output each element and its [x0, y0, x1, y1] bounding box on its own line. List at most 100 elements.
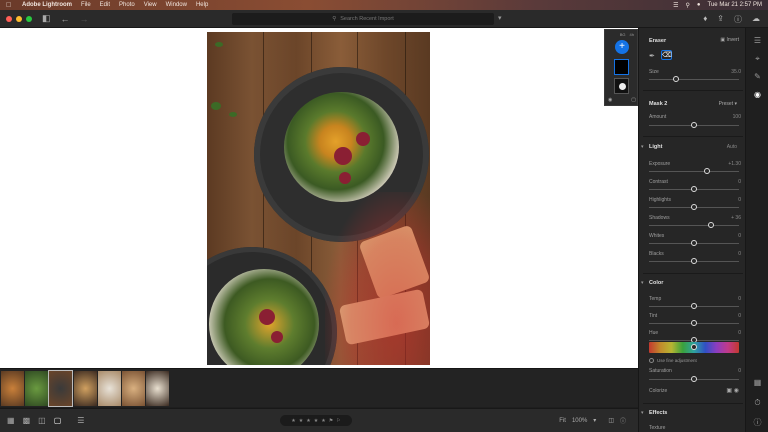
light-slider[interactable] — [649, 204, 739, 210]
crop-icon[interactable]: ⌖ — [753, 54, 762, 63]
menu-photo[interactable]: Photo — [119, 2, 135, 8]
auto-button[interactable]: Auto — [727, 144, 737, 150]
menu-file[interactable]: File — [81, 2, 91, 8]
light-slider-knob[interactable] — [704, 168, 710, 174]
minimize-window-button[interactable] — [16, 15, 22, 22]
apple-icon[interactable]:  — [6, 2, 14, 9]
forward-arrow-icon[interactable]: → — [80, 14, 89, 24]
chevron-down-icon[interactable]: ▾ — [641, 410, 644, 416]
menu-edit[interactable]: Edit — [100, 2, 110, 8]
siri-icon[interactable]: ● — [697, 2, 701, 8]
colorize-swatch-icon[interactable]: ▣ ◉ — [726, 387, 739, 394]
overlay-toggle-icon[interactable]: ◉ — [608, 97, 612, 103]
flag-icon[interactable]: ⚑ — [329, 418, 333, 424]
color-value[interactable]: 0 — [738, 296, 741, 302]
light-value[interactable]: +1.30 — [728, 161, 741, 167]
invert-toggle[interactable]: ▣ Invert — [720, 37, 739, 43]
filmstrip-thumbnail[interactable] — [122, 371, 145, 406]
eraser-icon[interactable]: ⌫ — [661, 50, 672, 60]
light-value[interactable]: 0 — [738, 251, 741, 257]
effects-section-title[interactable]: Effects — [649, 410, 667, 416]
hue-spectrum-bar[interactable] — [649, 342, 739, 353]
menu-view[interactable]: View — [144, 2, 157, 8]
light-value[interactable]: 0 — [738, 233, 741, 239]
color-value[interactable]: 0 — [738, 313, 741, 319]
chevron-down-icon[interactable]: ▾ — [641, 280, 644, 286]
mask-name[interactable]: Mask 2 — [649, 101, 667, 107]
sort-icon[interactable]: ☰ — [77, 416, 84, 425]
light-slider-knob[interactable] — [708, 222, 714, 228]
color-section-title[interactable]: Color — [649, 280, 663, 286]
size-value[interactable]: 35.0 — [731, 69, 741, 75]
filmstrip-thumbnail[interactable] — [1, 371, 24, 406]
search-input[interactable]: ⚲ Search Recent Import — [232, 13, 494, 25]
menu-help[interactable]: Help — [196, 2, 208, 8]
versions-icon[interactable]: ⏱ — [753, 398, 762, 407]
light-value[interactable]: 0 — [738, 197, 741, 203]
filmstrip-thumbnail-selected[interactable] — [48, 370, 73, 407]
healing-icon[interactable]: ✎ — [753, 72, 762, 81]
size-slider[interactable] — [649, 76, 739, 82]
filmstrip-thumbnail[interactable] — [146, 371, 169, 406]
share-icon[interactable]: ⇪ — [717, 14, 724, 25]
zoom-window-button[interactable] — [26, 15, 32, 22]
preset-dropdown[interactable]: Preset ▾ — [719, 101, 737, 107]
light-value[interactable]: 0 — [738, 179, 741, 185]
color-value[interactable]: 0 — [738, 330, 741, 336]
color-slider-knob[interactable] — [691, 320, 697, 326]
reject-flag-icon[interactable]: ⚐ — [336, 418, 340, 424]
zoom-level[interactable]: 100% — [572, 418, 587, 424]
panel-toggle-icon[interactable]: ◧ — [42, 13, 51, 24]
menu-window[interactable]: Window — [166, 2, 187, 8]
presets-icon[interactable]: ▦ — [753, 378, 762, 387]
detail-view-icon[interactable]: ▢ — [54, 416, 62, 425]
light-slider-knob[interactable] — [691, 240, 697, 246]
compare-view-icon[interactable]: ◫ — [38, 416, 46, 425]
fine-adjust-radio[interactable] — [649, 358, 654, 363]
filmstrip-thumbnail[interactable] — [74, 371, 97, 406]
saturation-value[interactable]: 0 — [738, 368, 741, 374]
amount-slider-knob[interactable] — [691, 122, 697, 128]
light-slider[interactable] — [649, 186, 739, 192]
back-arrow-icon[interactable]: ← — [61, 14, 70, 24]
search-menubar-icon[interactable]: ⚲ — [686, 2, 690, 9]
notifications-icon[interactable]: ♦ — [703, 14, 707, 25]
light-slider[interactable] — [649, 168, 739, 174]
info-icon[interactable]: ⓘ — [753, 418, 762, 427]
close-window-button[interactable] — [6, 15, 12, 22]
hue-knob[interactable] — [691, 344, 697, 350]
light-slider-knob[interactable] — [691, 186, 697, 192]
edit-sliders-icon[interactable]: ☰ — [753, 36, 762, 45]
size-slider-knob[interactable] — [673, 76, 679, 82]
photo-canvas[interactable] — [0, 28, 638, 368]
amount-value[interactable]: 100 — [733, 114, 741, 120]
light-slider[interactable] — [649, 222, 739, 228]
chevron-down-icon[interactable]: ▾ — [641, 144, 644, 150]
filmstrip-thumbnail[interactable] — [98, 371, 121, 406]
photo-image[interactable] — [207, 32, 430, 365]
light-value[interactable]: + 36 — [731, 215, 741, 221]
add-mask-button[interactable]: + — [615, 40, 629, 54]
filter-icon[interactable]: ▾ — [498, 14, 502, 22]
mask-thumbnail-selected[interactable] — [614, 59, 629, 75]
info-overlay-icon[interactable]: ⓘ — [620, 416, 626, 425]
light-section-title[interactable]: Light — [649, 144, 662, 150]
options-icon[interactable]: ▢ — [631, 97, 636, 103]
color-slider[interactable] — [649, 337, 739, 343]
saturation-slider[interactable] — [649, 376, 739, 382]
light-slider-knob[interactable] — [691, 258, 697, 264]
filmstrip-thumbnail[interactable] — [25, 371, 48, 406]
square-grid-icon[interactable]: ▩ — [23, 416, 31, 425]
color-slider[interactable] — [649, 320, 739, 326]
fit-label[interactable]: Fit — [559, 418, 566, 424]
chevron-down-icon[interactable]: ▾ — [593, 417, 596, 424]
before-after-icon[interactable]: ◫ — [608, 417, 614, 424]
color-slider[interactable] — [649, 303, 739, 309]
saturation-slider-knob[interactable] — [691, 376, 697, 382]
control-center-icon[interactable]: ☰ — [673, 2, 678, 9]
amount-slider[interactable] — [649, 122, 739, 128]
cloud-sync-icon[interactable]: ☁ — [752, 14, 760, 25]
app-name[interactable]: Adobe Lightroom — [22, 2, 72, 8]
light-slider[interactable] — [649, 258, 739, 264]
light-slider-knob[interactable] — [691, 204, 697, 210]
